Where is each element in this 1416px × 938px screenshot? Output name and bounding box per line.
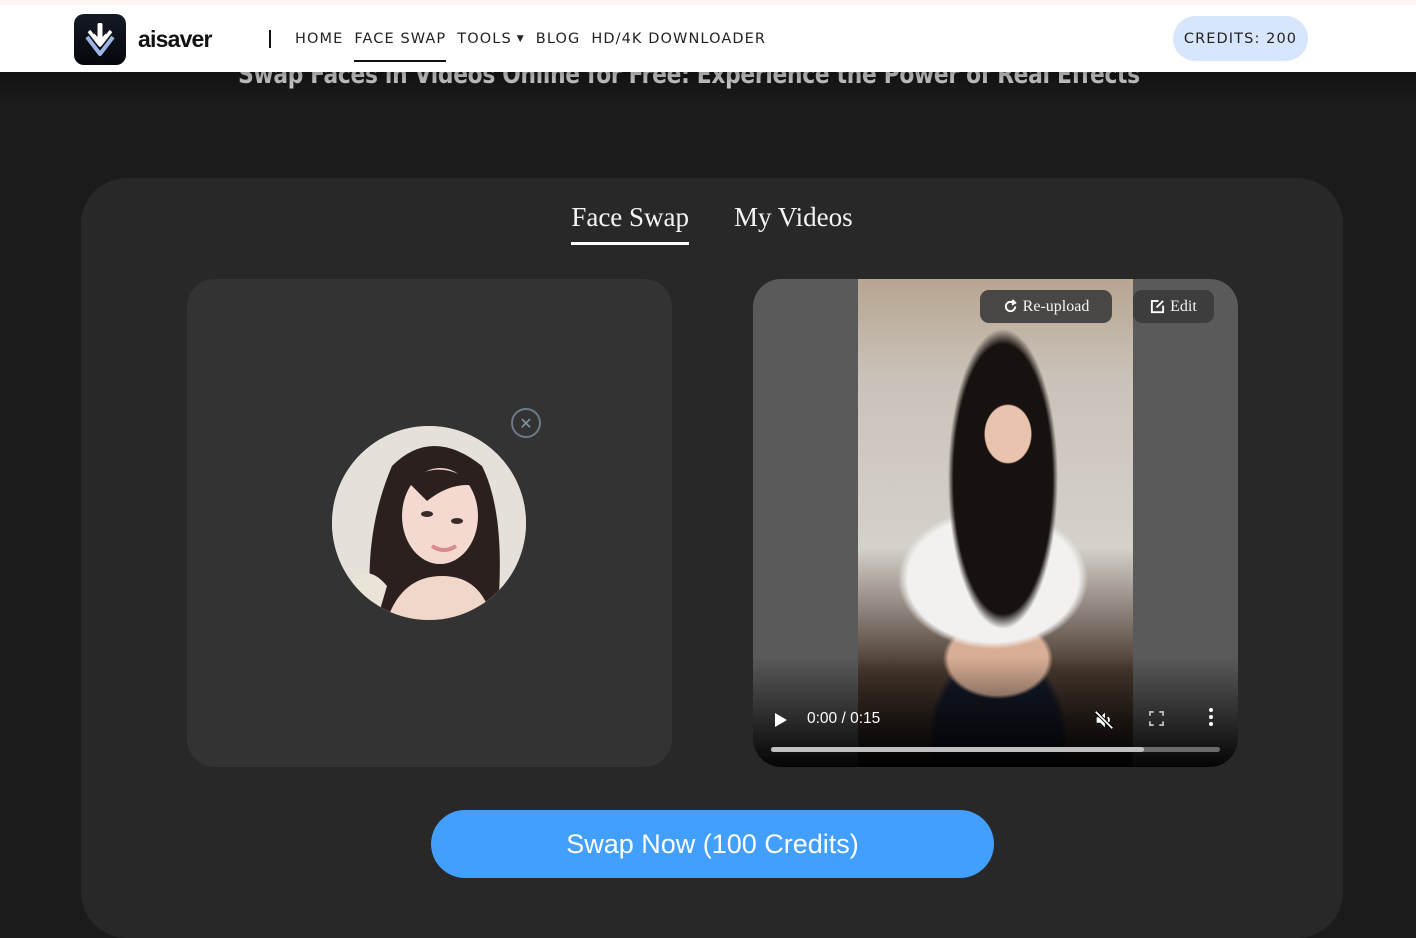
nav-face-swap-label: FACE SWAP <box>354 30 447 47</box>
nav-tools[interactable]: TOOLS ▼ <box>457 5 525 72</box>
muted-speaker-icon[interactable] <box>1093 709 1115 731</box>
more-options-icon[interactable] <box>1209 708 1213 728</box>
face-image <box>332 426 526 620</box>
tab-face-swap[interactable]: Face Swap <box>571 202 689 245</box>
nav-hd-downloader[interactable]: HD/4K DOWNLOADER <box>591 5 766 72</box>
video-time: 0:00 / 0:15 <box>807 710 881 727</box>
close-icon: ✕ <box>519 413 533 433</box>
video-buffered-fill <box>771 747 1144 752</box>
edit-label: Edit <box>1170 297 1197 315</box>
download-logo-icon <box>74 14 126 65</box>
nav-divider <box>269 30 271 48</box>
main-nav: HOME FACE SWAP TOOLS ▼ BLOG HD/4K DOWNLOA… <box>295 5 777 72</box>
credits-badge[interactable]: CREDITS: 200 <box>1173 16 1308 61</box>
video-controls: 0:00 / 0:15 <box>753 687 1238 767</box>
header-shadow <box>0 72 1416 102</box>
caret-down-icon: ▼ <box>516 33 525 44</box>
video-progress-bar[interactable] <box>771 747 1220 752</box>
nav-face-swap[interactable]: FACE SWAP <box>354 5 447 72</box>
remove-face-button[interactable]: ✕ <box>511 408 541 438</box>
site-header: aisaver HOME FACE SWAP TOOLS ▼ BLOG HD/4K… <box>0 5 1416 72</box>
nav-tools-label: TOOLS <box>457 30 512 47</box>
nav-home[interactable]: HOME <box>295 5 343 72</box>
nav-home-label: HOME <box>295 30 344 47</box>
logo[interactable]: aisaver <box>74 14 212 65</box>
nav-blog-label: BLOG <box>535 30 581 47</box>
brand-name: aisaver <box>138 26 212 52</box>
refresh-icon <box>1004 299 1017 313</box>
swap-now-button[interactable]: Swap Now (100 Credits) <box>431 810 994 878</box>
nav-hd-downloader-label: HD/4K DOWNLOADER <box>591 30 767 47</box>
tab-my-videos[interactable]: My Videos <box>734 202 853 239</box>
video-player[interactable]: Re-upload Edit 0:00 / 0:15 <box>753 279 1238 767</box>
edit-button[interactable]: Edit <box>1133 290 1214 323</box>
fullscreen-icon[interactable] <box>1149 711 1164 726</box>
reupload-label: Re-upload <box>1022 297 1090 315</box>
reupload-button[interactable]: Re-upload <box>980 290 1112 323</box>
play-icon[interactable] <box>775 713 787 727</box>
edit-icon <box>1151 299 1165 314</box>
tab-bar: Face Swap My Videos <box>81 202 1343 245</box>
face-swap-panel: Face Swap My Videos ✕ Re-upload Edit 0:0… <box>81 178 1343 938</box>
face-upload-area[interactable]: ✕ <box>187 279 672 767</box>
nav-blog[interactable]: BLOG <box>536 5 581 72</box>
